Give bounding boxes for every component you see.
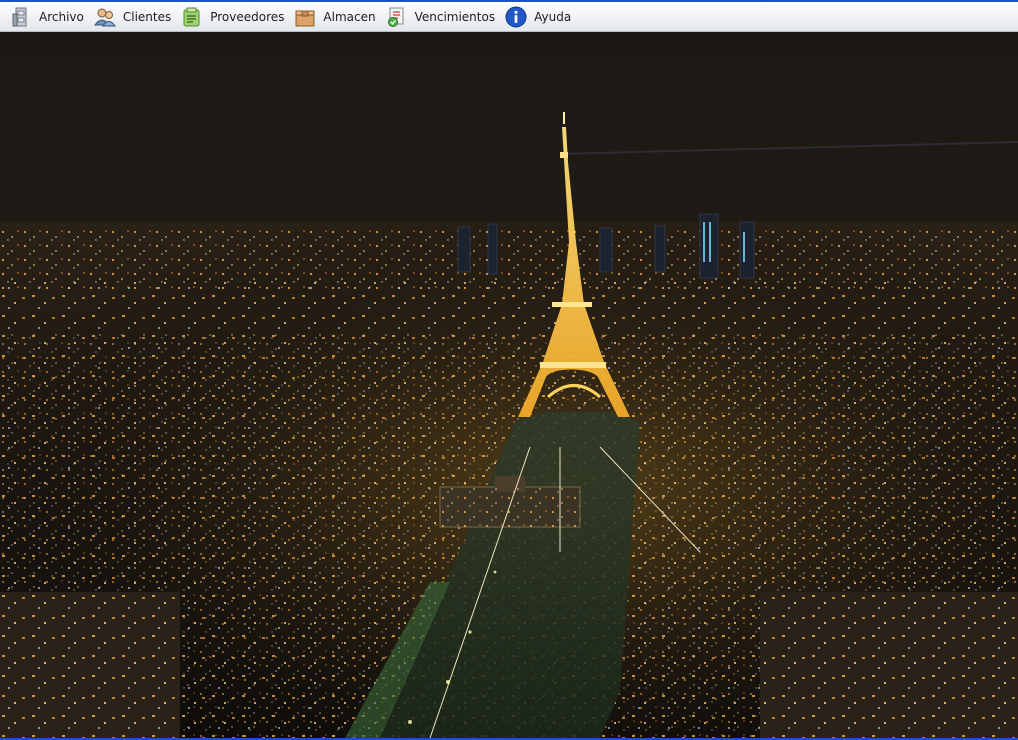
- warehouse-box-icon: [294, 6, 316, 28]
- menu-archivo[interactable]: Archivo: [10, 4, 84, 30]
- menu-proveedores[interactable]: Proveedores: [181, 4, 284, 30]
- application-window: Archivo Clientes Proveedores Almacen Ven…: [0, 0, 1018, 740]
- clients-users-icon: [93, 6, 116, 28]
- menu-almacen-label: Almacen: [323, 9, 376, 24]
- menu-vencimientos[interactable]: Vencimientos: [386, 4, 496, 30]
- menu-vencimientos-label: Vencimientos: [414, 9, 496, 24]
- info-help-icon: [505, 6, 527, 28]
- menu-clientes[interactable]: Clientes: [93, 4, 172, 30]
- menu-clientes-label: Clientes: [122, 9, 172, 24]
- archive-cabinet-icon: [10, 6, 32, 28]
- menu-proveedores-label: Proveedores: [210, 9, 285, 24]
- suppliers-icon: [181, 6, 203, 28]
- menu-ayuda-label: Ayuda: [534, 9, 572, 24]
- menu-archivo-label: Archivo: [39, 9, 84, 24]
- menu-ayuda[interactable]: Ayuda: [505, 4, 571, 30]
- desktop-wallpaper-paris-night: [0, 32, 1018, 738]
- menu-almacen[interactable]: Almacen: [294, 4, 376, 30]
- menu-bar: Archivo Clientes Proveedores Almacen Ven…: [0, 2, 1018, 32]
- due-dates-icon: [386, 6, 408, 28]
